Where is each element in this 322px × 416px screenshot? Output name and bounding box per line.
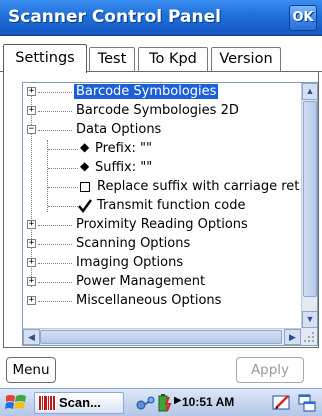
tree-connector	[48, 187, 78, 188]
tree-item-label: Barcode Symbologies 2D	[76, 103, 239, 118]
tree-item-label: Suffix: ""	[95, 160, 153, 175]
apply-button[interactable]: Apply	[236, 357, 304, 383]
vertical-scroll-thumb[interactable]	[303, 101, 317, 297]
barcode-app-icon	[38, 395, 56, 411]
tab-settings[interactable]: Settings	[3, 44, 87, 73]
windows-flag-icon[interactable]	[4, 392, 28, 414]
tree-connector	[38, 244, 72, 245]
tab-version[interactable]: Version	[211, 47, 281, 72]
tree-connector	[38, 263, 72, 264]
tree-item-prefix[interactable]: ◆ Prefix: ""	[23, 140, 291, 158]
tree-item-power-management[interactable]: + Power Management	[23, 273, 291, 291]
tree-item-barcode-symbologies[interactable]: + Barcode Symbologies	[23, 83, 291, 101]
expand-icon[interactable]: +	[27, 220, 36, 229]
tree-item-label: Proximity Reading Options	[76, 217, 248, 232]
diamond-bullet-icon: ◆	[80, 159, 90, 173]
tree-connector	[38, 282, 72, 283]
scroll-down-icon[interactable]: ▼	[302, 311, 317, 328]
tree-item-data-options[interactable]: − Data Options	[23, 121, 291, 139]
edit-icon[interactable]	[272, 393, 292, 413]
tree-connector	[38, 111, 72, 112]
tree-connector	[38, 301, 72, 302]
tree-connector	[48, 149, 78, 150]
tree-item-imaging-options[interactable]: + Imaging Options	[23, 254, 291, 272]
tree-connector	[48, 206, 78, 207]
tree-connector	[38, 92, 72, 93]
resize-gripper-icon	[301, 328, 317, 345]
tree-item-replace-suffix[interactable]: Replace suffix with carriage ret	[23, 178, 299, 196]
tree-item-label: Transmit function code	[97, 198, 246, 213]
expand-icon[interactable]: +	[27, 106, 36, 115]
tree-connector	[48, 168, 78, 169]
title-bar: Scanner Control Panel OK	[0, 0, 322, 36]
tab-test[interactable]: Test	[89, 47, 135, 72]
scroll-left-icon[interactable]: ◀	[23, 329, 40, 345]
battery-icon[interactable]	[155, 393, 175, 413]
tree-item-label: Data Options	[76, 122, 162, 137]
tree-item-label: Replace suffix with carriage ret	[97, 179, 300, 194]
tree-item-label: Imaging Options	[76, 255, 184, 270]
tree-item-proximity-reading[interactable]: + Proximity Reading Options	[23, 216, 291, 234]
expand-icon[interactable]: +	[27, 87, 36, 96]
taskbar-app-label: Scan...	[59, 395, 101, 410]
expand-icon[interactable]: +	[27, 258, 36, 267]
horizontal-scroll-thumb[interactable]	[40, 330, 282, 344]
tab-to-kpd[interactable]: To Kpd	[138, 47, 208, 72]
tree-item-label: Power Management	[76, 274, 206, 289]
arrow-icon: ▶	[174, 395, 182, 406]
clock[interactable]: 10:51 AM	[182, 395, 234, 409]
tree-item-label: Scanning Options	[76, 236, 191, 251]
tree-item-suffix[interactable]: ◆ Suffix: ""	[23, 159, 291, 177]
collapse-icon[interactable]: −	[27, 125, 36, 134]
network-icon[interactable]	[135, 393, 155, 413]
diamond-bullet-icon: ◆	[80, 140, 90, 154]
settings-tree[interactable]: + Barcode Symbologies + Barcode Symbolog…	[22, 82, 318, 346]
expand-icon[interactable]: +	[27, 277, 36, 286]
tree-item-label: Barcode Symbologies	[74, 84, 219, 99]
expand-icon[interactable]: +	[27, 296, 36, 305]
scroll-up-icon[interactable]: ▲	[302, 83, 317, 100]
tree-item-scanning-options[interactable]: + Scanning Options	[23, 235, 291, 253]
window-switch-icon[interactable]	[297, 393, 317, 413]
taskbar: Scan... ▶ 10:51 AM	[0, 388, 322, 416]
unchecked-checkbox[interactable]	[80, 182, 90, 192]
taskbar-scanner-app[interactable]: Scan...	[34, 392, 124, 414]
tree-item-transmit-function-code[interactable]: Transmit function code	[23, 197, 291, 215]
window-title: Scanner Control Panel	[8, 7, 221, 27]
ok-button[interactable]: OK	[289, 5, 317, 31]
tab-strip: Settings Test To Kpd Version	[0, 36, 322, 73]
scroll-right-icon[interactable]: ▶	[284, 329, 301, 345]
tree-item-barcode-symbologies-2d[interactable]: + Barcode Symbologies 2D	[23, 102, 291, 120]
tree-connector	[38, 130, 72, 131]
menu-button[interactable]: Menu	[6, 357, 56, 383]
tree-item-miscellaneous-options[interactable]: + Miscellaneous Options	[23, 292, 291, 310]
tree-item-label: Prefix: ""	[95, 141, 153, 156]
tree-connector	[38, 225, 72, 226]
vertical-scrollbar[interactable]: ▲ ▼	[301, 83, 317, 329]
horizontal-scrollbar[interactable]: ◀ ▶	[23, 328, 301, 345]
tree-item-label: Miscellaneous Options	[76, 293, 222, 308]
expand-icon[interactable]: +	[27, 239, 36, 248]
checkmark-icon[interactable]	[78, 199, 92, 213]
